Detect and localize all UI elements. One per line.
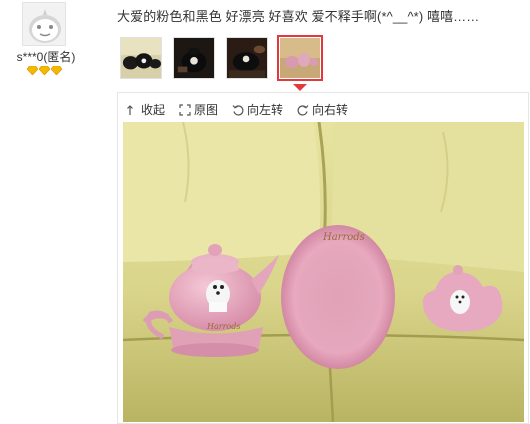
original-image-label: 原图 xyxy=(194,103,219,117)
rotate-left-label: 向左转 xyxy=(247,103,284,117)
black-tea-set-photo xyxy=(121,38,161,78)
thumbnail-black-tea-set[interactable] xyxy=(120,37,162,79)
expand-icon xyxy=(179,103,191,116)
collapse-button[interactable]: 收起 xyxy=(126,101,165,118)
pink-tea-set-photo xyxy=(280,38,320,78)
pink-tea-set-large-photo: Harrods Harrods xyxy=(123,122,524,422)
original-image-button[interactable]: 原图 xyxy=(179,101,218,118)
review-photo[interactable]: Harrods Harrods xyxy=(123,122,524,422)
brand-text-pot: Harrods xyxy=(206,322,240,331)
thumbnail-black-teapot[interactable] xyxy=(173,37,215,79)
thumbnail-pink-tea-set[interactable] xyxy=(277,35,323,81)
rotate-left-button[interactable]: 向左转 xyxy=(232,101,283,118)
thumbnail-strip xyxy=(120,35,334,81)
rotate-right-label: 向右转 xyxy=(312,103,349,117)
brand-text-saucer: Harrods xyxy=(322,232,365,243)
viewer-toolbar: 收起 原图 向左转 向右转 xyxy=(126,101,362,118)
collapse-label: 收起 xyxy=(141,103,166,117)
thumbnail-black-teacup[interactable] xyxy=(226,37,268,79)
default-avatar-icon xyxy=(23,3,65,45)
rotate-left-icon xyxy=(232,104,244,115)
rotate-right-button[interactable]: 向右转 xyxy=(297,101,348,118)
gold-diamond-icon xyxy=(51,66,62,75)
user-level-badges xyxy=(27,66,62,75)
black-teapot-photo xyxy=(174,38,214,78)
image-viewer: 收起 原图 向左转 向右转 Harrods Harrods xyxy=(117,92,529,424)
gold-diamond-icon xyxy=(27,66,38,75)
review-text: 大爱的粉色和黑色 好漂亮 好喜欢 爱不释手啊(*^__^*) 嘻嘻…… xyxy=(117,9,480,24)
rotate-right-icon xyxy=(297,104,309,115)
collapse-arrow-icon xyxy=(127,104,133,115)
gold-diamond-icon xyxy=(39,66,50,75)
username[interactable]: s***0(匿名) xyxy=(4,48,88,65)
avatar[interactable] xyxy=(22,2,66,46)
black-teacup-photo xyxy=(227,38,267,78)
selected-thumbnail-pointer xyxy=(293,84,307,91)
